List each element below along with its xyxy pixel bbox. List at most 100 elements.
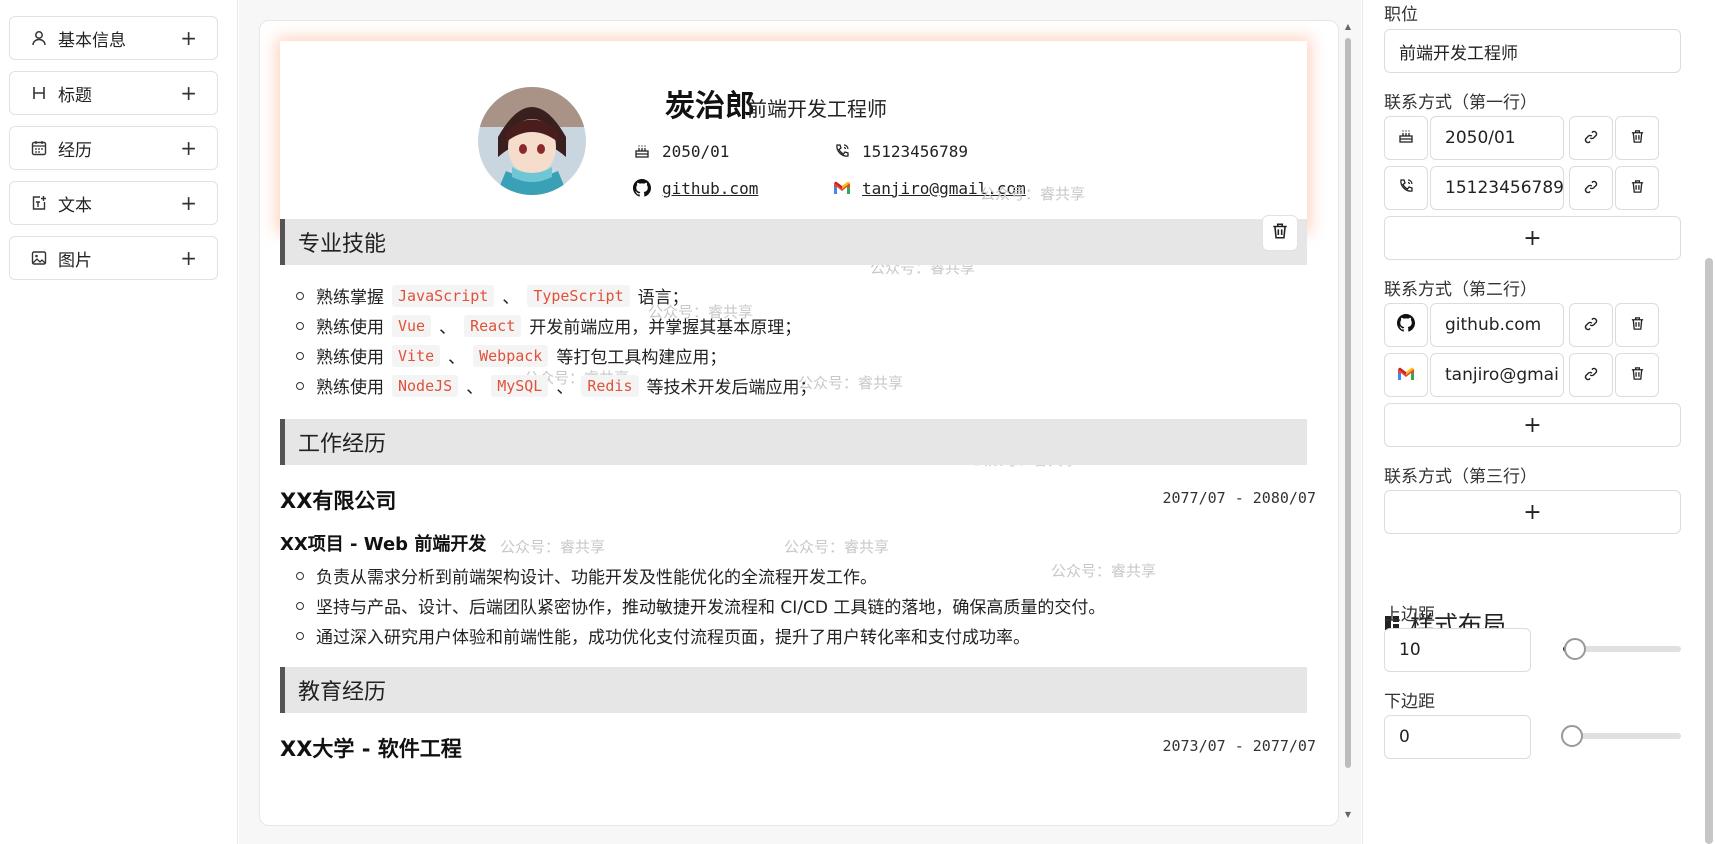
contact-phone[interactable]: 15123456789 <box>832 141 968 161</box>
contact-icon-picker[interactable] <box>1384 166 1428 210</box>
contact-value-input[interactable]: github.com <box>1430 303 1564 347</box>
github-icon <box>1397 314 1415 336</box>
project-title[interactable]: XX项目 - Web 前端开发 <box>280 530 486 556</box>
module-text[interactable]: 文本 + <box>9 181 218 225</box>
resume-header[interactable]: 炭治郎 前端开发工程师 2050/01 15123456789 github.c… <box>280 41 1307 229</box>
delete-section-button[interactable] <box>1262 215 1298 251</box>
contact-value-input[interactable]: 15123456789 <box>1430 166 1564 210</box>
education-date[interactable]: 2073/07 - 2077/07 <box>1162 737 1316 755</box>
contact-row1-label: 联系方式（第一行） <box>1384 93 1537 113</box>
delete-contact-button[interactable] <box>1615 353 1659 397</box>
skill-text: 开发前端应用，并掌握其基本原理； <box>529 318 802 338</box>
heading-icon <box>30 84 48 102</box>
contact-value-input[interactable]: tanjiro@gmai <box>1430 353 1564 397</box>
contact-text: tanjiro@gmail.com <box>862 178 1026 198</box>
avatar[interactable] <box>478 87 586 195</box>
contact-text: 15123456789 <box>862 141 968 161</box>
contact-icon-picker[interactable] <box>1384 303 1428 347</box>
module-basic-info[interactable]: 基本信息 + <box>9 16 218 60</box>
gmail-icon <box>1397 366 1415 385</box>
delete-contact-button[interactable] <box>1615 166 1659 210</box>
bullet-dot <box>296 601 304 610</box>
link-button[interactable] <box>1569 166 1613 210</box>
position-input[interactable]: 前端开发工程师 <box>1384 29 1681 73</box>
skill-item[interactable]: 熟练掌握 JavaScript 、 TypeScript 语言； <box>296 283 689 308</box>
contact-text: 2050/01 <box>662 141 730 161</box>
contact-icon-picker[interactable] <box>1384 353 1428 397</box>
add-contact-row3-button[interactable]: + <box>1384 490 1681 534</box>
link-icon <box>1584 316 1598 335</box>
slider-knob[interactable] <box>1561 725 1583 747</box>
plus-icon[interactable]: + <box>180 138 197 158</box>
gmail-icon <box>832 178 852 198</box>
work-item[interactable]: 负责从需求分析到前端架构设计、功能开发及性能优化的全流程开发工作。 <box>296 563 877 588</box>
skill-item[interactable]: 熟练使用 Vite 、 Webpack 等打包工具构建应用； <box>296 343 726 368</box>
module-label: 经历 <box>58 140 92 161</box>
skill-text: 语言； <box>637 288 689 308</box>
plus-icon[interactable]: + <box>180 248 197 268</box>
plus-icon[interactable]: + <box>180 193 197 213</box>
skill-item[interactable]: 熟练使用 NodeJS 、 MySQL 、 Redis 等技术开发后端应用； <box>296 373 817 398</box>
resume-role[interactable]: 前端开发工程师 <box>747 93 887 122</box>
module-experience[interactable]: 经历 + <box>9 126 218 170</box>
scroll-up-arrow[interactable]: ▲ <box>1343 22 1353 31</box>
add-contact-row1-button[interactable]: + <box>1384 216 1681 260</box>
skill-text: 熟练使用 <box>316 318 384 338</box>
link-button[interactable] <box>1569 353 1613 397</box>
skill-separator: 、 <box>439 318 457 338</box>
trash-icon <box>1630 179 1645 198</box>
work-date[interactable]: 2077/07 - 2080/07 <box>1162 489 1316 507</box>
skill-text: 熟练掌握 <box>316 288 384 308</box>
section-title-skills[interactable]: 专业技能 <box>280 219 1307 265</box>
watermark: 公众号：睿共享 <box>784 538 890 556</box>
company-name[interactable]: XX有限公司 <box>280 485 396 515</box>
resume-name[interactable]: 炭治郎 <box>665 81 755 125</box>
contact-email[interactable]: tanjiro@gmail.com <box>832 178 1026 198</box>
skill-code: NodeJS <box>392 374 459 397</box>
top-margin-slider[interactable] <box>1563 638 1681 660</box>
skill-separator: 、 <box>448 348 466 368</box>
add-contact-row2-button[interactable]: + <box>1384 403 1681 447</box>
delete-contact-button[interactable] <box>1615 303 1659 347</box>
slider-knob[interactable] <box>1564 638 1586 660</box>
cake-icon <box>632 141 652 161</box>
plus-icon[interactable]: + <box>180 83 197 103</box>
link-button[interactable] <box>1569 116 1613 160</box>
contact-value-input[interactable]: 2050/01 <box>1430 116 1564 160</box>
panel-scrollbar-thumb[interactable] <box>1705 258 1713 844</box>
contact-row2-label: 联系方式（第二行） <box>1384 280 1537 300</box>
section-title-work[interactable]: 工作经历 <box>280 419 1307 465</box>
top-margin-input[interactable]: 10 <box>1384 628 1531 672</box>
skill-code: React <box>464 314 522 337</box>
bottom-margin-slider[interactable] <box>1561 725 1681 747</box>
module-label: 文本 <box>58 195 92 216</box>
school-name[interactable]: XX大学 - 软件工程 <box>280 733 462 763</box>
cake-icon <box>1398 128 1414 148</box>
work-text: 坚持与产品、设计、后端团队紧密协作，推动敏捷开发流程和 CI/CD 工具链的落地… <box>316 598 1106 618</box>
contact-text: github.com <box>662 178 759 198</box>
bullet-dot <box>296 631 304 640</box>
bullet-dot <box>296 571 304 580</box>
skill-code: JavaScript <box>392 284 495 307</box>
link-button[interactable] <box>1569 303 1613 347</box>
section-title-education[interactable]: 教育经历 <box>280 667 1307 713</box>
work-item[interactable]: 坚持与产品、设计、后端团队紧密协作，推动敏捷开发流程和 CI/CD 工具链的落地… <box>296 593 1105 618</box>
skill-item[interactable]: 熟练使用 Vue 、 React 开发前端应用，并掌握其基本原理； <box>296 313 801 338</box>
work-item[interactable]: 通过深入研究用户体验和前端性能，成功优化支付流程页面，提升了用户转化率和支付成功… <box>296 623 1030 648</box>
contact-github[interactable]: github.com <box>632 178 758 198</box>
delete-contact-button[interactable] <box>1615 116 1659 160</box>
skill-code: TypeScript <box>527 284 630 307</box>
contact-birthday[interactable]: 2050/01 <box>632 141 729 161</box>
resume-page[interactable]: 炭治郎 前端开发工程师 2050/01 15123456789 github.c… <box>259 20 1339 826</box>
phone-icon <box>832 141 852 161</box>
module-image[interactable]: 图片 + <box>9 236 218 280</box>
plus-icon[interactable]: + <box>180 28 197 48</box>
github-icon <box>632 178 652 198</box>
module-heading[interactable]: 标题 + <box>9 71 218 115</box>
contact-icon-picker[interactable] <box>1384 116 1428 160</box>
scroll-down-arrow[interactable]: ▼ <box>1343 810 1353 819</box>
calendar-icon <box>30 139 48 157</box>
bottom-margin-input[interactable]: 0 <box>1384 715 1531 759</box>
canvas-scrollbar-thumb[interactable] <box>1345 38 1351 768</box>
skill-code: Vue <box>392 314 432 337</box>
